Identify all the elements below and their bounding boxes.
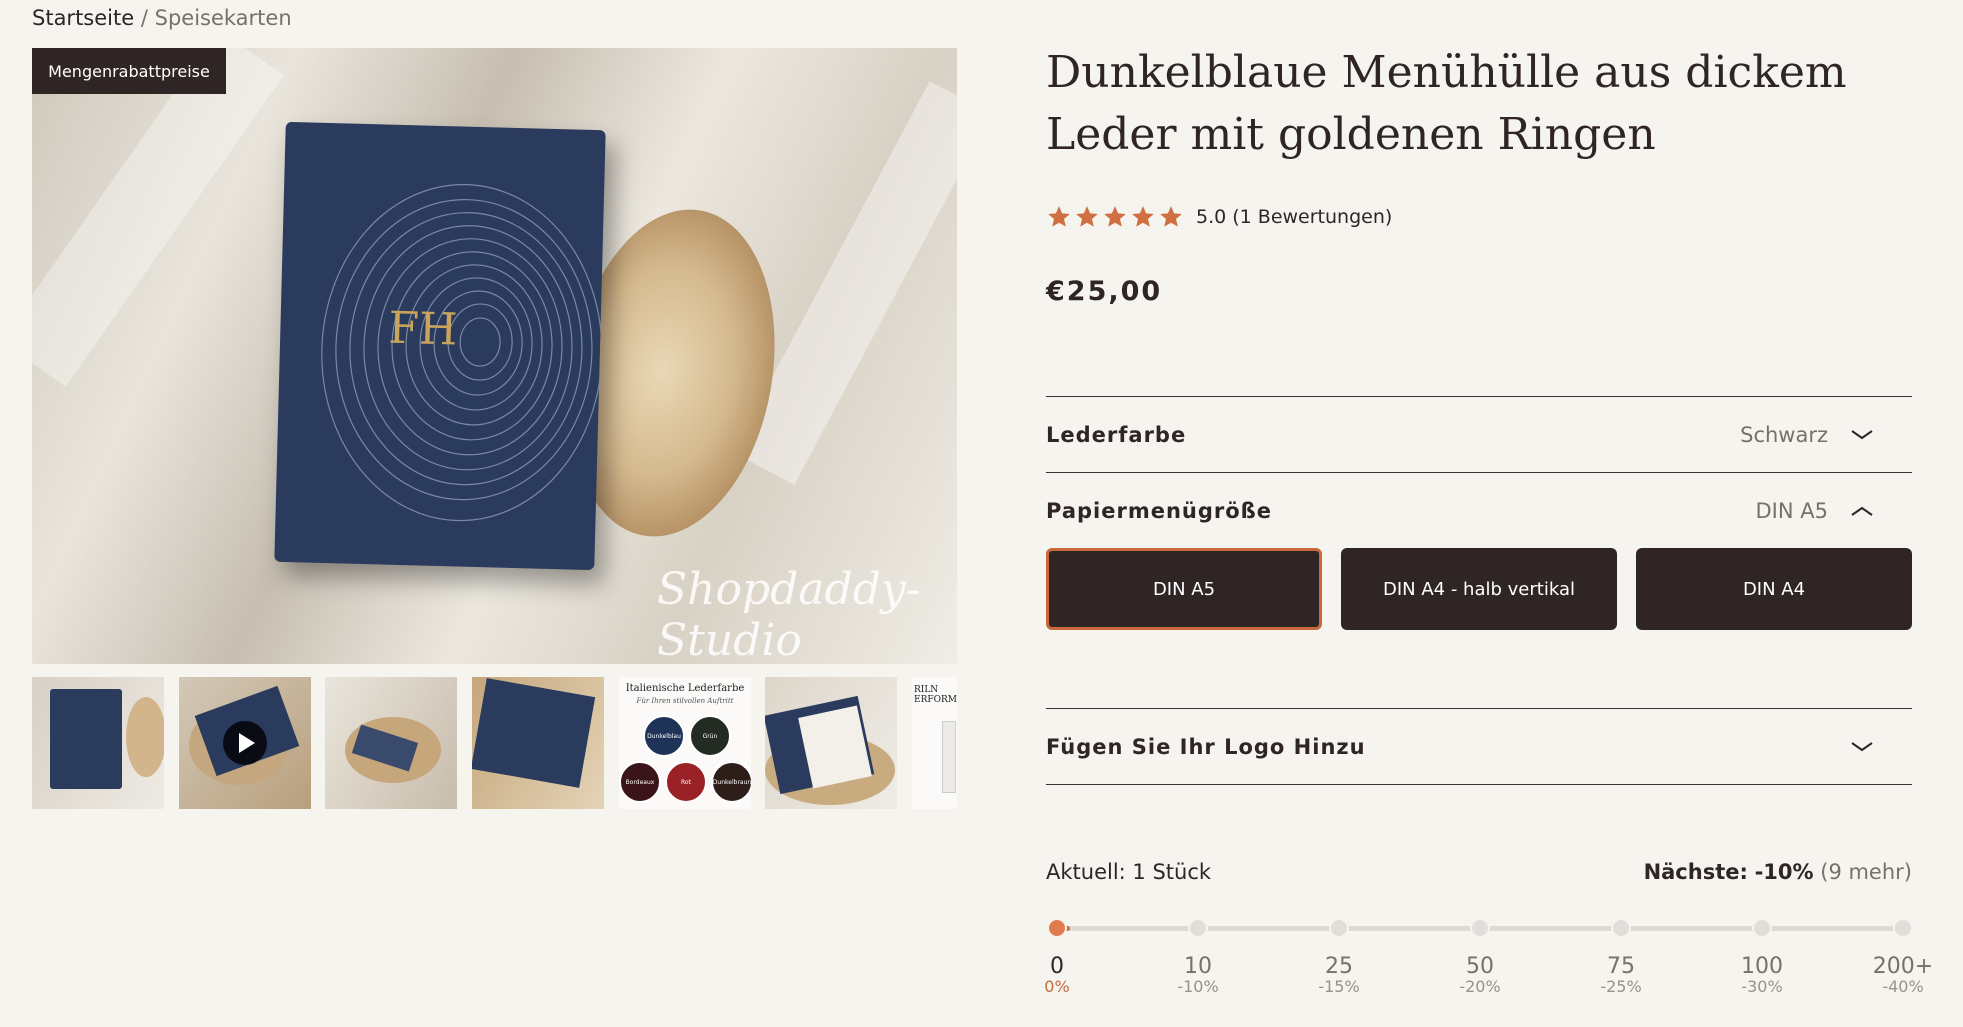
rating-text: 5.0 (1 Bewertungen) — [1196, 206, 1393, 228]
rating[interactable]: 5.0 (1 Bewertungen) — [1046, 204, 1392, 230]
slider-dot[interactable] — [1470, 918, 1490, 938]
tier-discount: 0% — [1044, 977, 1070, 996]
star-icon — [1048, 206, 1070, 227]
divider — [1046, 784, 1912, 785]
thumbnail[interactable]: Italienische Lederfarbe Für Ihren stilvo… — [619, 677, 751, 809]
paper-size-option[interactable]: Papiermenügröße DIN A5 — [1046, 473, 1912, 549]
watermark-text: Shopdaddy-Studio — [657, 564, 921, 664]
next-more: (9 mehr) — [1820, 860, 1912, 884]
tier-0: 0 0% — [1012, 954, 1102, 996]
slider-dot[interactable] — [1893, 918, 1913, 938]
current-label: Aktuell: — [1046, 860, 1126, 884]
product-price: €25,00 — [1046, 276, 1163, 307]
chevron-down-icon — [1851, 430, 1873, 440]
next-label: Nächste: — [1643, 860, 1748, 884]
discount-badge: Mengenrabattpreise — [32, 48, 226, 94]
thumbnail-text: RILN ERFORMA — [914, 685, 957, 705]
slider-dot[interactable] — [1752, 918, 1772, 938]
tier-25: 25 -15% — [1294, 954, 1384, 996]
current-quantity: Aktuell: 1 Stück — [1046, 860, 1211, 884]
tier-discount: -10% — [1177, 977, 1219, 996]
play-icon[interactable] — [223, 721, 267, 765]
thumbnail[interactable] — [472, 677, 604, 809]
tier-50: 50 -20% — [1435, 954, 1525, 996]
star-icon — [1104, 206, 1126, 227]
main-product-image[interactable]: FH Shopdaddy-Studio — [32, 48, 957, 664]
product-title: Dunkelblaue Menühülle aus dickem Leder m… — [1046, 47, 1847, 160]
swatch: Grün — [689, 715, 731, 757]
tier-quantity: 10 — [1184, 954, 1212, 979]
option-label: Lederfarbe — [1046, 423, 1187, 447]
next-discount: Nächste: -10% (9 mehr) — [1644, 860, 1912, 884]
tier-200-plus: 200+ -40% — [1858, 954, 1948, 996]
tier-quantity: 50 — [1466, 954, 1494, 979]
tier-75: 75 -25% — [1576, 954, 1666, 996]
tier-quantity: 25 — [1325, 954, 1353, 979]
tier-discount: -15% — [1318, 977, 1360, 996]
option-label: Papiermenügröße — [1046, 499, 1273, 523]
current-value: 1 Stück — [1132, 860, 1212, 884]
tier-quantity: 200+ — [1872, 954, 1934, 979]
thumbnail[interactable] — [32, 677, 164, 809]
thumbnail[interactable] — [325, 677, 457, 809]
breadcrumb: Startseite / Speisekarten — [32, 6, 292, 30]
tier-quantity: 100 — [1741, 954, 1783, 979]
tier-quantity: 75 — [1607, 954, 1635, 979]
slider-dot[interactable] — [1188, 918, 1208, 938]
swatch: Bordeaux — [619, 761, 661, 803]
star-icon — [1132, 206, 1154, 227]
swatch-title: Italienische Lederfarbe — [625, 683, 745, 694]
size-button-din-a5[interactable]: DIN A5 — [1046, 548, 1322, 630]
tier-10: 10 -10% — [1153, 954, 1243, 996]
tier-100: 100 -30% — [1717, 954, 1807, 996]
option-value: DIN A5 — [1755, 499, 1828, 523]
breadcrumb-home-link[interactable]: Startseite — [32, 6, 134, 30]
slider-dot[interactable] — [1611, 918, 1631, 938]
next-value: -10% — [1754, 860, 1814, 884]
tier-discount: -20% — [1459, 977, 1501, 996]
chevron-up-icon — [1851, 506, 1873, 516]
tier-discount: -40% — [1882, 977, 1924, 996]
video-thumbnail[interactable] — [179, 677, 311, 809]
tier-quantity: 0 — [1050, 954, 1064, 979]
swatch-subtitle: Für Ihren stilvollen Auftritt — [636, 697, 734, 705]
swatch: Rot — [665, 761, 707, 803]
add-logo-option[interactable]: Fügen Sie Ihr Logo Hinzu — [1046, 709, 1912, 785]
slider-dot[interactable] — [1047, 918, 1067, 938]
swatch: Dunkelblau — [643, 715, 685, 757]
size-button-din-a4[interactable]: DIN A4 — [1636, 548, 1912, 630]
size-button-din-a4-half[interactable]: DIN A4 - halb vertikal — [1341, 548, 1617, 630]
option-label: Fügen Sie Ihr Logo Hinzu — [1046, 735, 1366, 759]
slider-dot[interactable] — [1329, 918, 1349, 938]
option-value: Schwarz — [1740, 423, 1828, 447]
breadcrumb-separator: / — [140, 6, 148, 30]
thumbnail-strip: Italienische Lederfarbe Für Ihren stilvo… — [32, 677, 957, 809]
tier-discount: -25% — [1600, 977, 1642, 996]
light-streak — [32, 48, 284, 387]
menu-cover: FH — [274, 121, 606, 571]
breadcrumb-current-link[interactable]: Speisekarten — [155, 6, 292, 30]
thumbnail[interactable]: RILN ERFORMA — [912, 677, 957, 809]
swatch: Dunkelbraun — [711, 761, 751, 803]
thumbnail[interactable] — [765, 677, 897, 809]
monogram: FH — [387, 302, 458, 356]
star-icon — [1160, 206, 1182, 227]
star-icon — [1076, 206, 1098, 227]
chevron-down-icon — [1851, 742, 1873, 752]
leather-color-option[interactable]: Lederfarbe Schwarz — [1046, 397, 1912, 473]
tier-discount: -30% — [1741, 977, 1783, 996]
